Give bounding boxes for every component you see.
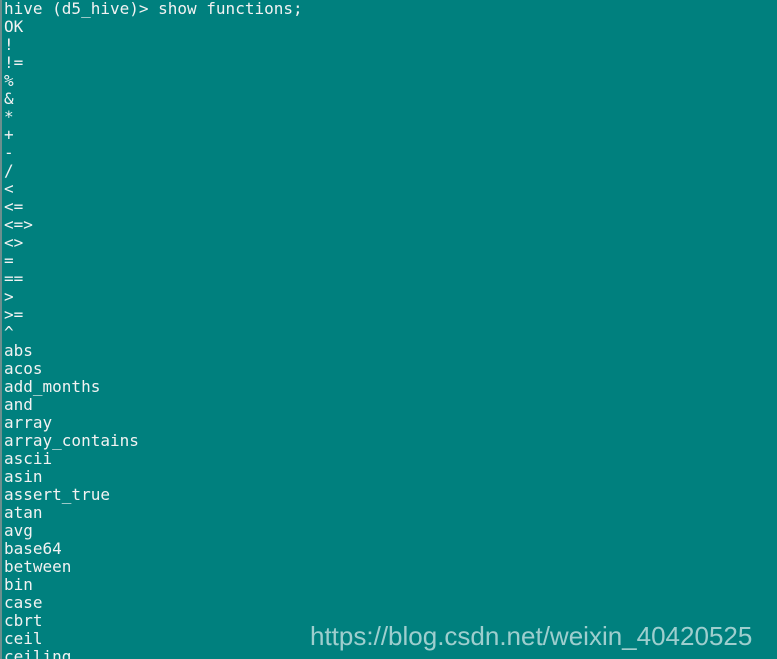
terminal-output-line: < [4,179,14,198]
terminal-output-line: bin [4,575,33,594]
terminal-output-line: add_months [4,377,101,396]
terminal-output-line: ! [4,35,14,54]
terminal-output-line: ceiling [4,647,72,659]
terminal-output-line: ^ [4,323,14,342]
terminal-output-line: + [4,125,14,144]
terminal-output-line: and [4,395,33,414]
terminal-output: hive (d5_hive)> show functions; OK! !=% & * +… [4,0,777,659]
terminal-output-line: != [4,53,24,72]
terminal-output-line: <=> [4,215,33,234]
terminal-left-edge [0,0,2,659]
terminal-output-line: assert_true [4,485,110,504]
terminal-output-line: avg [4,521,33,540]
terminal-output-line: between [4,557,72,576]
terminal-output-line: - [4,143,14,162]
terminal-output-line: array_contains [4,431,139,450]
terminal-output-line: OK [4,17,24,36]
terminal-output-line: == [4,269,24,288]
terminal-output-line: % [4,71,14,90]
terminal-output-line: atan [4,503,43,522]
terminal-output-line: array [4,413,53,432]
terminal-output-line: ceil [4,629,43,648]
terminal-output-line: > [4,287,14,306]
terminal-output-line: = [4,251,14,270]
terminal-output-line: abs [4,341,33,360]
terminal-output-line: ascii [4,449,53,468]
terminal-window[interactable]: hive (d5_hive)> show functions; OK! !=% & * +… [0,0,777,659]
terminal-output-line: / [4,161,14,180]
terminal-prompt-line: hive (d5_hive)> show functions; [4,0,303,18]
terminal-output-line: base64 [4,539,62,558]
terminal-output-line: <= [4,197,24,216]
terminal-output-line: <> [4,233,24,252]
terminal-output-line: * [4,107,14,126]
terminal-output-line: >= [4,305,24,324]
terminal-output-line: & [4,89,14,108]
terminal-output-line: acos [4,359,43,378]
terminal-output-line: cbrt [4,611,43,630]
terminal-output-line: asin [4,467,43,486]
terminal-output-line: case [4,593,43,612]
